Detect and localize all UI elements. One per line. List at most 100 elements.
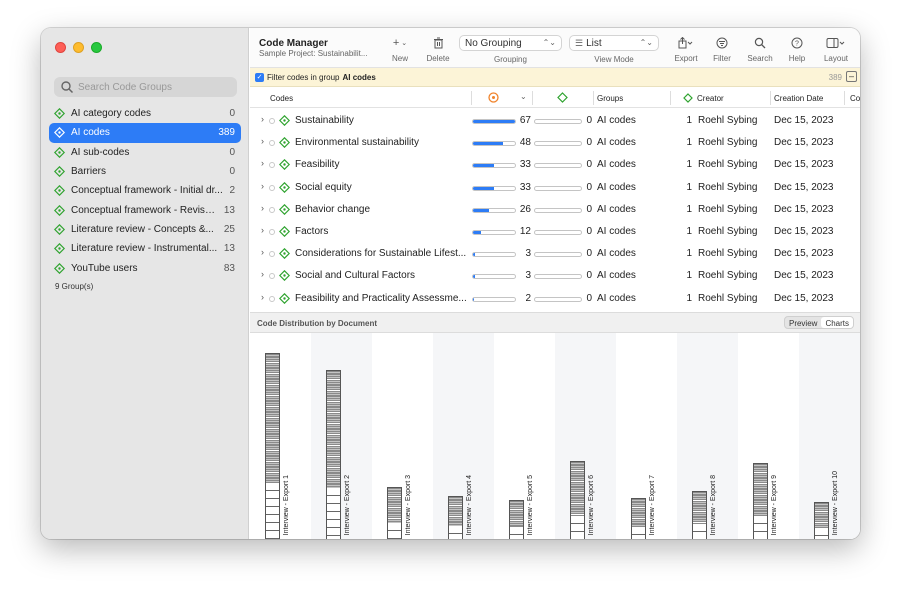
help-button[interactable]: ? Help [785,35,809,63]
creator-cell: Roehl Sybing [698,137,758,149]
code-group-item[interactable]: AI codes 389 [49,123,241,143]
toolbar: Code Manager Sample Project: Sustainabil… [250,28,860,68]
status-dot-icon [269,251,275,258]
group-count-cell: 1 [686,137,692,149]
sort-chevron-icon[interactable]: ⌄ [520,92,527,101]
groundedness-value: 12 [519,225,531,237]
disclosure-chevron-icon[interactable]: › [261,269,264,279]
document-distribution-bar[interactable] [387,487,402,539]
disclosure-chevron-icon[interactable]: › [261,292,264,302]
density-bar [534,252,582,258]
disclosure-chevron-icon[interactable]: › [261,247,264,257]
code-group-item[interactable]: Conceptual framework - Revise... 13 [49,200,241,219]
code-name: Social equity [295,181,352,193]
code-group-cell: AI codes [597,248,636,260]
table-row[interactable]: › Feasibility and Practicality Assessme.… [250,288,860,310]
disclosure-chevron-icon[interactable]: › [261,114,264,124]
search-button[interactable]: Search [744,35,776,63]
groundedness-value: 67 [519,115,531,126]
group-filter-bar: ✓ Filter codes in group AI codes 389 – [250,68,860,87]
groundedness-value: 48 [519,137,531,149]
code-group-item[interactable]: AI sub-codes 0 [49,143,241,162]
groundedness-bar [472,185,516,191]
table-row[interactable]: › Factors 12 0 AI codes 1 Roehl Sybing D… [250,221,860,243]
code-group-item[interactable]: Literature review - Instrumental... 13 [49,239,241,258]
layout-button[interactable]: Layout [820,35,852,63]
table-row[interactable]: › Feasibility 33 0 AI codes 1 Roehl Sybi… [250,154,860,176]
groundedness-bar [472,141,516,147]
density-value: 0 [586,270,592,282]
document-distribution-bar[interactable] [570,461,585,539]
groundedness-bar-fill [473,208,490,212]
preview-charts-toggle[interactable]: Preview Charts [783,316,854,329]
disclosure-chevron-icon[interactable]: › [261,181,264,191]
preview-tab[interactable]: Preview [785,317,821,328]
filter-checkbox[interactable]: ✓ [255,72,264,82]
code-group-item[interactable]: Barriers 0 [49,162,241,181]
search-code-groups-input[interactable] [78,81,228,93]
code-group-item[interactable]: Conceptual framework - Initial dr... 2 [49,181,241,200]
code-manager-window: AI category codes 0 AI codes 389 AI sub-code… [41,28,860,539]
table-row[interactable]: › Environmental sustainability 48 0 AI c… [250,132,860,154]
code-icon [278,137,291,149]
document-label: Interview - Export 8 [710,474,717,535]
project-subtitle: Sample Project: Sustainabilit... [259,49,368,58]
creator-cell: Roehl Sybing [698,248,758,260]
disclosure-chevron-icon[interactable]: › [261,136,264,146]
close-window-button[interactable] [55,42,66,53]
table-row[interactable]: › Sustainability 67 0 AI codes 1 Roehl S… [250,110,860,132]
code-group-name: Conceptual framework - Initial dr... [71,185,223,197]
share-icon [671,35,701,51]
code-group-item[interactable]: YouTube users 83 [49,258,241,277]
grouping-select[interactable]: No Grouping ⌃⌄ [459,35,562,51]
code-group-count: 389 [218,127,235,139]
plus-icon: + ⌄ [392,37,408,49]
charts-tab[interactable]: Charts [821,317,853,328]
document-distribution-bar[interactable] [509,500,524,539]
document-label: Interview - Export 6 [588,474,595,535]
code-group-name: AI codes [71,127,110,139]
groundedness-bar-fill [473,253,476,257]
new-button[interactable]: + ⌄ New [388,35,412,63]
view-mode-select[interactable]: ☰ List ⌃⌄ [569,35,659,51]
search-code-groups[interactable] [54,77,237,97]
creator-cell: Roehl Sybing [698,115,758,126]
document-distribution-bar[interactable] [448,496,463,539]
document-distribution-bar[interactable] [326,370,341,539]
document-distribution-bar[interactable] [631,498,646,539]
column-groups[interactable]: Groups [597,94,623,103]
disclosure-chevron-icon[interactable]: › [261,203,264,213]
disclosure-chevron-icon[interactable]: › [261,225,264,235]
code-group-name: AI sub-codes [71,146,130,158]
table-row[interactable]: › Considerations for Sustainable Lifest.… [250,243,860,265]
document-distribution-bar-lower [449,526,462,539]
column-creation-date[interactable]: Creation Date [774,94,823,103]
code-group-count: 83 [223,262,235,274]
disclosure-chevron-icon[interactable]: › [261,158,264,168]
groundedness-value: 3 [525,270,531,282]
export-button[interactable]: Export [671,35,701,63]
zoom-window-button[interactable] [91,42,102,53]
density-column-icon[interactable] [557,92,568,105]
table-row[interactable]: › Social equity 33 0 AI codes 1 Roehl Sy… [250,177,860,199]
document-distribution-bar[interactable] [814,502,829,539]
code-group-item[interactable]: Literature review - Concepts &... 25 [49,220,241,239]
minimize-window-button[interactable] [73,42,84,53]
document-distribution-bar[interactable] [692,491,707,539]
code-group-name: Conceptual framework - Revise... [71,204,218,216]
collapse-filter-button[interactable]: – [846,71,857,82]
column-co[interactable]: Co [850,94,860,103]
table-row[interactable]: › Behavior change 26 0 AI codes 1 Roehl … [250,199,860,221]
column-codes[interactable]: Codes [270,94,293,103]
grounded-column-icon[interactable] [488,92,499,105]
delete-button[interactable]: Delete [424,35,452,63]
filter-button[interactable]: Filter [709,35,735,63]
code-group-item[interactable]: AI category codes 0 [49,104,241,123]
column-creator[interactable]: Creator [697,94,724,103]
creator-cell: Roehl Sybing [698,292,758,304]
table-row[interactable]: › Social and Cultural Factors 3 0 AI cod… [250,265,860,287]
document-distribution-bar[interactable] [265,353,280,539]
document-distribution-bar[interactable] [753,463,768,539]
status-dot-icon [269,118,275,124]
document-distribution-bar-lower [693,524,706,539]
